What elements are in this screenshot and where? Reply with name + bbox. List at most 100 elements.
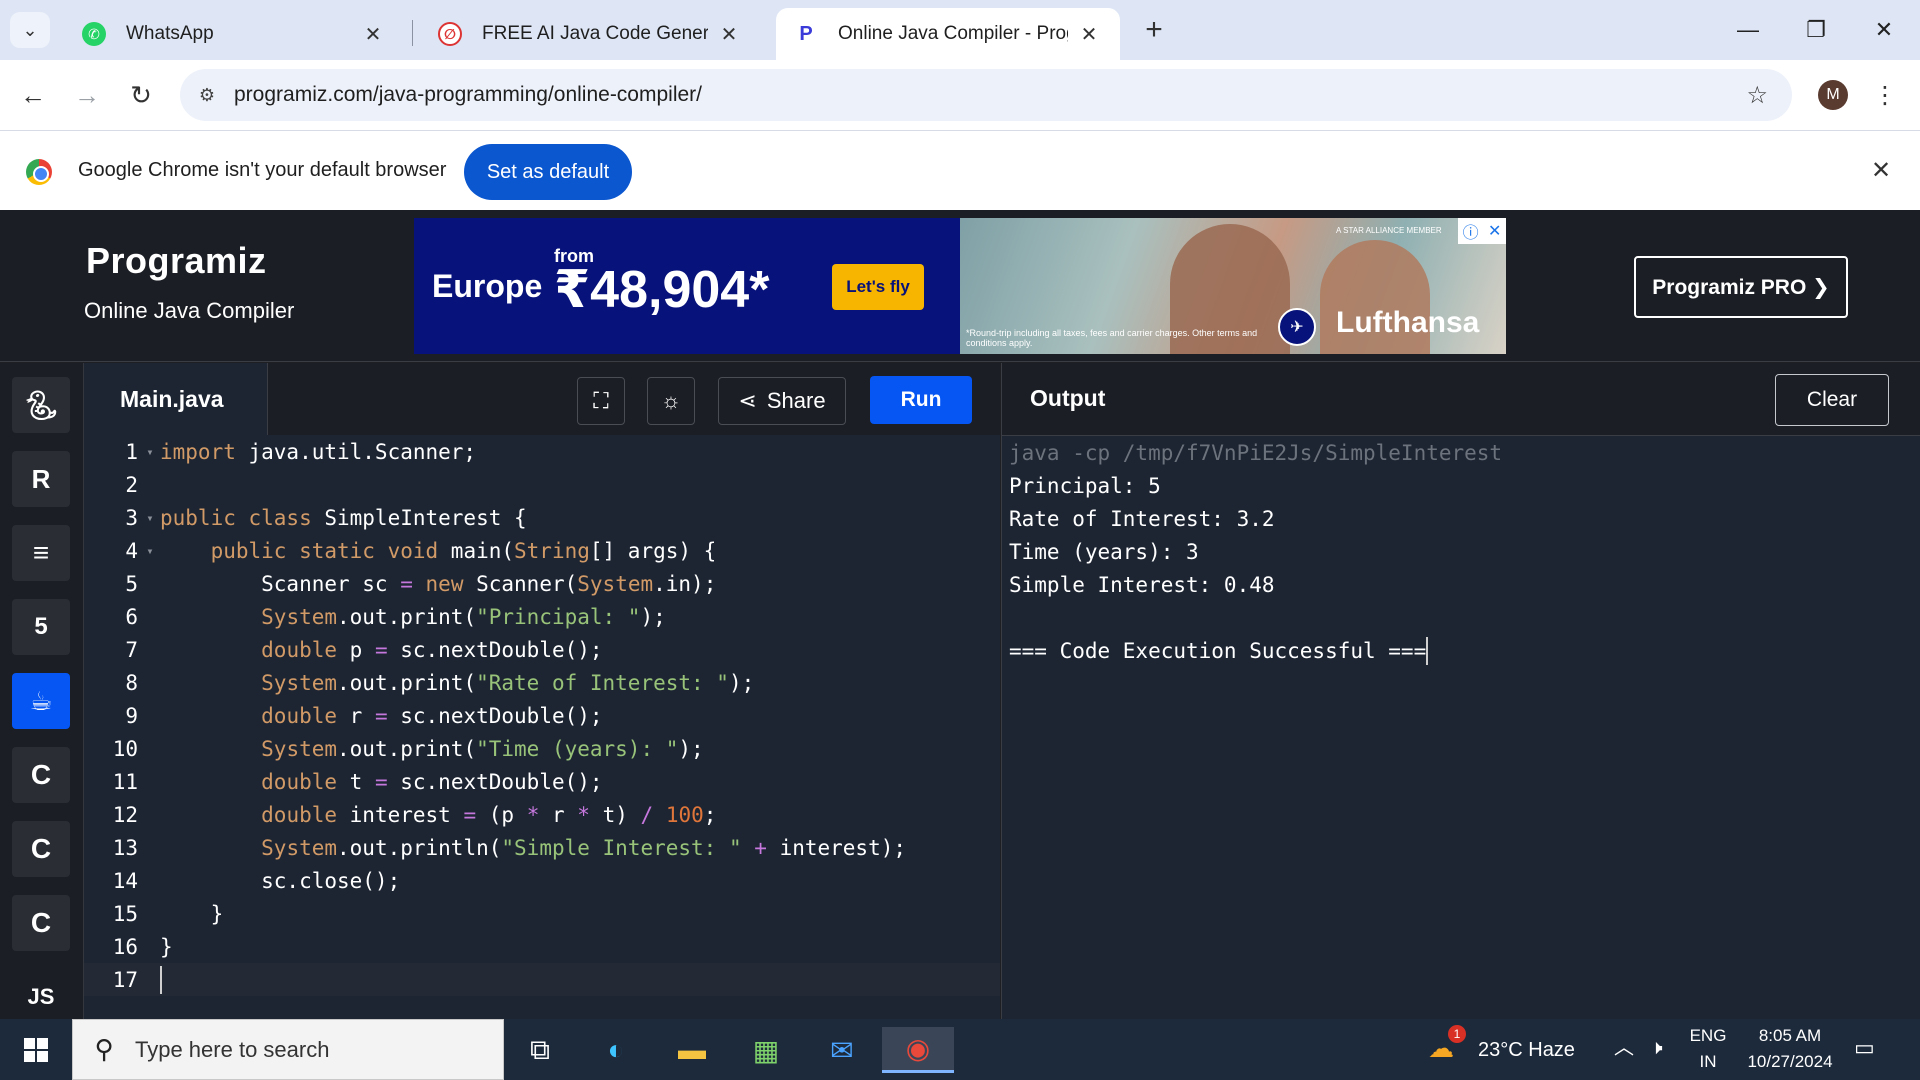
- file-explorer-icon[interactable]: ▬: [668, 1027, 716, 1073]
- share-label: Share: [766, 388, 826, 413]
- site-info-icon[interactable]: ⚙: [180, 85, 234, 106]
- clock[interactable]: 8:05 AM 10/27/2024: [1740, 1023, 1840, 1075]
- volume-muted-icon[interactable]: 🕨︎: [1650, 1035, 1663, 1061]
- tab-search-chevron-icon[interactable]: ⌄: [10, 12, 50, 48]
- advertisement-banner[interactable]: Europe from ₹48,904* Let's fly A STAR AL…: [414, 218, 1506, 354]
- javascript-icon[interactable]: JS: [12, 969, 70, 1025]
- html5-icon[interactable]: 5: [12, 599, 70, 655]
- minimize-icon[interactable]: —: [1716, 8, 1780, 52]
- page-title: Online Java Compiler: [84, 298, 295, 323]
- text-cursor: [160, 965, 162, 994]
- weather-badge: 1: [1448, 1025, 1466, 1043]
- fold-arrow-icon[interactable]: ▾: [140, 511, 160, 525]
- code-line: 11 double t = sc.nextDouble();: [84, 765, 1000, 798]
- fold-arrow-icon[interactable]: ▾: [140, 445, 160, 459]
- ad-price: ₹48,904*: [554, 261, 770, 319]
- python-icon[interactable]: 🐍︎: [12, 377, 70, 433]
- run-button[interactable]: Run: [870, 376, 972, 424]
- ad-offer-panel: Europe from ₹48,904* Let's fly: [414, 218, 960, 354]
- clear-button[interactable]: Clear: [1775, 374, 1889, 426]
- code-line: 3 ▾ public class SimpleInterest {: [84, 501, 1000, 534]
- tray-chevron-up-icon[interactable]: ︿: [1614, 1035, 1634, 1061]
- line-number: 2: [125, 472, 138, 497]
- edge-browser-icon[interactable]: ◐: [592, 1027, 640, 1073]
- output-line: Simple Interest: 0.48: [1009, 572, 1275, 597]
- close-icon[interactable]: ✕: [1076, 22, 1102, 47]
- whatsapp-icon: ✆: [82, 22, 106, 46]
- browser-menu-icon[interactable]: ⋮: [1870, 78, 1900, 112]
- cpp-language-icon[interactable]: C: [12, 821, 70, 877]
- programiz-logo[interactable]: Programiz: [86, 240, 267, 282]
- programiz-icon: P: [799, 22, 813, 45]
- weather-text[interactable]: 23°C Haze: [1478, 1037, 1575, 1063]
- code-line: 5 Scanner sc = new Scanner(System.in);: [84, 567, 1000, 600]
- programiz-pro-button[interactable]: Programiz PRO ❯: [1634, 256, 1848, 318]
- bookmark-star-icon[interactable]: ☆: [1746, 81, 1768, 110]
- region-code: IN: [1699, 1052, 1717, 1071]
- fullscreen-icon[interactable]: ⛶: [577, 377, 625, 425]
- task-view-icon[interactable]: ⧉: [516, 1027, 564, 1073]
- ad-cta-button[interactable]: Let's fly: [832, 264, 924, 310]
- code-line: 7 double p = sc.nextDouble();: [84, 633, 1000, 666]
- ad-terms: *Round-trip including all taxes, fees an…: [966, 328, 1258, 348]
- taskbar-search-input[interactable]: ⚲ Type here to search: [72, 1019, 504, 1080]
- code-line: 9 double r = sc.nextDouble();: [84, 699, 1000, 732]
- chrome-logo-icon: [26, 159, 52, 185]
- theme-toggle-sun-icon[interactable]: ☼: [647, 377, 695, 425]
- line-number: 15: [112, 901, 138, 926]
- code-line: 14 sc.close();: [84, 864, 1000, 897]
- code-line: 12 double interest = (p * r * t) / 100;: [84, 798, 1000, 831]
- infobar-close-icon[interactable]: ✕: [1866, 153, 1896, 187]
- share-button[interactable]: ⋖ Share: [718, 377, 846, 425]
- line-number: 7: [125, 637, 138, 662]
- forward-icon[interactable]: →: [66, 74, 108, 116]
- ad-image-panel: A STAR ALLIANCE MEMBER ✈ Lufthansa *Roun…: [960, 218, 1506, 354]
- database-sql-icon[interactable]: ≡: [12, 525, 70, 581]
- windows-start-icon[interactable]: [0, 1019, 72, 1080]
- close-icon[interactable]: ✕: [360, 22, 386, 47]
- output-console[interactable]: java -cp /tmp/f7VnPiE2Js/SimpleInterest …: [1001, 435, 1920, 1019]
- file-tab-main-java[interactable]: Main.java: [84, 363, 268, 435]
- c-language-icon[interactable]: C: [12, 747, 70, 803]
- chrome-taskbar-icon[interactable]: ◉: [882, 1027, 954, 1073]
- line-number: 12: [112, 802, 138, 827]
- mail-icon[interactable]: ✉: [818, 1027, 866, 1073]
- tab-separator: [412, 20, 413, 46]
- line-number: 3: [125, 505, 138, 530]
- line-number: 17: [112, 967, 138, 992]
- code-line: 15 }: [84, 897, 1000, 930]
- line-number: 8: [125, 670, 138, 695]
- editor-toolbar: Main.java ⛶ ☼ ⋖ Share Run: [84, 363, 1000, 435]
- close-icon[interactable]: ✕: [716, 22, 742, 47]
- language-indicator[interactable]: ENG IN: [1688, 1023, 1728, 1075]
- tab-java-compiler[interactable]: P Online Java Compiler - Program ✕: [776, 8, 1120, 60]
- fold-arrow-icon[interactable]: ▾: [140, 544, 160, 558]
- url-input[interactable]: ⚙ programiz.com/java-programming/online-…: [180, 69, 1792, 121]
- back-icon[interactable]: ←: [12, 74, 54, 116]
- csharp-language-icon[interactable]: C: [12, 895, 70, 951]
- java-icon[interactable]: ☕: [12, 673, 70, 729]
- ad-choices-icon[interactable]: ⓘ ✕: [1458, 218, 1506, 244]
- reload-icon[interactable]: ↻: [120, 74, 162, 116]
- lufthansa-crane-icon: ✈: [1278, 308, 1316, 346]
- line-number: 6: [125, 604, 138, 629]
- code-line: 2: [84, 468, 1000, 501]
- tab-whatsapp[interactable]: ✆ WhatsApp ✕: [64, 8, 404, 60]
- execution-status: === Code Execution Successful ===: [1009, 638, 1427, 663]
- window-close-icon[interactable]: ✕: [1852, 8, 1916, 52]
- share-icon: ⋖: [738, 388, 757, 413]
- output-line: Rate of Interest: 3.2: [1009, 506, 1275, 531]
- set-as-default-button[interactable]: Set as default: [464, 144, 632, 200]
- language-code: ENG: [1689, 1026, 1727, 1045]
- tab-code-generator[interactable]: ∅ FREE AI Java Code Generator: G ✕: [420, 8, 760, 60]
- profile-avatar[interactable]: M: [1818, 80, 1848, 110]
- ad-brand: Lufthansa: [1336, 306, 1480, 339]
- tab-title: WhatsApp: [126, 23, 214, 44]
- line-number: 4: [125, 538, 138, 563]
- code-editor[interactable]: 1 ▾ import java.util.Scanner; 2 3 ▾ public c…: [84, 435, 1000, 1019]
- microsoft-store-icon[interactable]: ▦: [742, 1027, 790, 1073]
- restore-icon[interactable]: ❐: [1784, 8, 1848, 52]
- r-language-icon[interactable]: R: [12, 451, 70, 507]
- notification-center-icon[interactable]: ▭: [1854, 1035, 1875, 1061]
- new-tab-icon[interactable]: +: [1136, 12, 1172, 48]
